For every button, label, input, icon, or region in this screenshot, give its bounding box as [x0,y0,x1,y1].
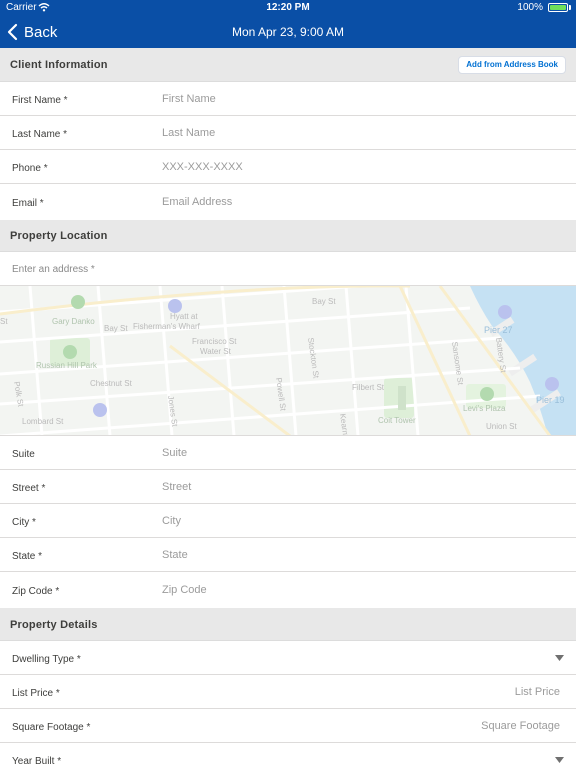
square-footage-row: Square Footage * [0,709,576,743]
chevron-down-icon[interactable] [555,655,564,661]
back-label: Back [24,23,58,41]
field-label: Phone * [12,163,48,174]
property-details-header: Property Details [0,608,576,641]
page-title: Mon Apr 23, 9:00 AM [231,25,345,39]
address-search-input[interactable] [12,261,552,277]
list-price-row: List Price * [0,675,576,709]
chevron-left-icon [7,23,18,41]
field-label: Square Footage * [12,722,91,733]
street-input[interactable] [162,479,562,495]
field-label: Street * [12,483,46,494]
section-title: Property Details [10,619,98,631]
navigation-bar: Carrier 12:20 PM 100% Back Mon Apr 23, 9… [0,0,576,48]
battery-icon [548,3,568,12]
first-name-row: First Name * [0,82,576,116]
section-title: Client Information [10,59,108,71]
zip-code-input[interactable] [162,582,562,598]
map-view[interactable]: Gary Danko Hyatt at Fisherman's Wharf Fr… [0,286,576,436]
field-label: State * [12,551,43,562]
suite-row: Suite [0,436,576,470]
field-label: Email * [12,198,44,209]
dwelling-type-row[interactable]: Dwelling Type * [0,641,576,675]
last-name-row: Last Name * [0,116,576,150]
city-input[interactable] [162,513,562,529]
list-price-input[interactable] [260,684,560,700]
map-graphic: Gary Danko Hyatt at Fisherman's Wharf Fr… [0,286,576,435]
section-title: Property Location [10,230,108,242]
map-overlay [0,286,576,435]
field-label: Zip Code * [12,586,60,597]
field-label: City * [12,517,36,528]
square-footage-input[interactable] [260,718,560,734]
state-input[interactable] [162,547,562,563]
field-label: First Name * [12,95,68,106]
client-info-header: Client Information Add from Address Book [0,48,576,82]
back-button[interactable]: Back [6,22,57,42]
street-row: Street * [0,470,576,504]
battery-cap [569,5,571,10]
field-label: Year Built * [12,756,62,767]
title-bar: Back Mon Apr 23, 9:00 AM [0,16,576,48]
phone-input[interactable] [162,159,562,175]
field-label: List Price * [12,688,60,699]
address-row [0,252,576,286]
state-row: State * [0,538,576,572]
first-name-input[interactable] [162,91,562,107]
battery-percent: 100% [517,2,543,13]
add-from-address-book-button[interactable]: Add from Address Book [458,56,566,74]
phone-row: Phone * [0,150,576,184]
field-label: Last Name * [12,129,68,140]
zip-code-row: Zip Code * [0,572,576,608]
year-built-row[interactable]: Year Built * [0,743,576,768]
email-input[interactable] [162,194,562,210]
email-row: Email * [0,184,576,220]
status-time: 12:20 PM [266,2,310,13]
field-label: Dwelling Type * [12,654,81,665]
property-location-header: Property Location [0,220,576,252]
chevron-down-icon[interactable] [555,757,564,763]
city-row: City * [0,504,576,538]
last-name-input[interactable] [162,125,562,141]
field-label: Suite [12,449,35,460]
status-bar: Carrier 12:20 PM 100% [0,0,576,16]
suite-input[interactable] [162,445,562,461]
